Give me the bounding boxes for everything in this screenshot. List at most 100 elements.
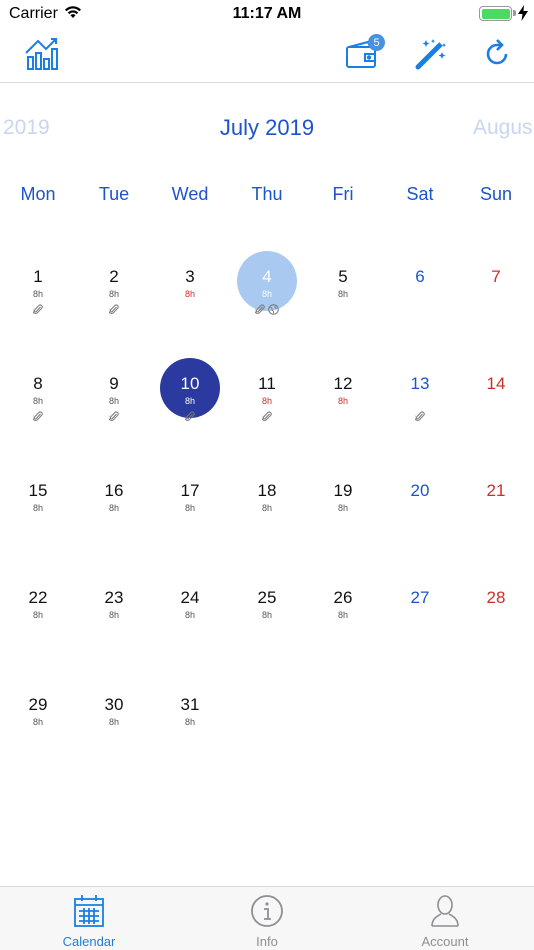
- day-cell-16[interactable]: 16 8h: [76, 459, 152, 566]
- wallet-button[interactable]: 5: [341, 34, 385, 76]
- day-number: 11: [258, 374, 276, 393]
- day-cell-26[interactable]: 26 8h: [305, 566, 381, 673]
- day-number: 2: [109, 267, 119, 286]
- day-hours: 8h: [32, 289, 43, 299]
- magic-wand-button[interactable]: [411, 36, 451, 76]
- day-cell-31[interactable]: 31 8h: [152, 673, 228, 780]
- day-cell-30[interactable]: 30 8h: [76, 673, 152, 780]
- day-hours: 8h: [184, 396, 195, 406]
- day-cell-1[interactable]: 1 8h: [0, 245, 76, 352]
- day-attachments: [229, 411, 305, 423]
- day-cell-18[interactable]: 18 8h: [229, 459, 305, 566]
- day-number: 18: [257, 481, 277, 500]
- day-cell-24[interactable]: 24 8h: [152, 566, 228, 673]
- day-cell-3[interactable]: 3 8h: [152, 245, 228, 352]
- day-cell-22[interactable]: 22 8h: [0, 566, 76, 673]
- day-attachments: [0, 411, 76, 423]
- day-cell-11[interactable]: 11 8h: [229, 352, 305, 459]
- calendar-grid: 1 8h 2 8h 3 8h 4 8h 5 8h 6 7 8 8h 9 8h 10 8h 11 8h 12 8h 13 14 1…: [0, 245, 534, 785]
- day-number: 20: [410, 481, 430, 500]
- day-cell-21[interactable]: 21: [458, 459, 534, 566]
- day-number: 27: [410, 588, 430, 607]
- day-number: 10: [180, 374, 200, 393]
- paperclip-icon: [185, 411, 195, 423]
- day-hours: 8h: [184, 610, 195, 620]
- day-number: 13: [410, 374, 430, 393]
- day-number: 21: [486, 481, 506, 500]
- day-cell-27[interactable]: 27: [382, 566, 458, 673]
- day-hours: 8h: [108, 289, 119, 299]
- day-number: 7: [491, 267, 501, 286]
- stats-button[interactable]: [22, 36, 62, 76]
- day-cell-23[interactable]: 23 8h: [76, 566, 152, 673]
- battery-tip: [513, 10, 516, 16]
- day-hours: 8h: [32, 610, 43, 620]
- day-attachments: [229, 304, 305, 316]
- weekday-thu: Thu: [251, 184, 283, 204]
- day-cell-29[interactable]: 29 8h: [0, 673, 76, 780]
- day-cell-5[interactable]: 5 8h: [305, 245, 381, 352]
- day-hours: 8h: [108, 503, 119, 513]
- day-cell-4[interactable]: 4 8h: [229, 245, 305, 352]
- day-number: 6: [415, 267, 425, 286]
- day-cell-20[interactable]: 20: [382, 459, 458, 566]
- user-icon: [428, 894, 462, 928]
- day-cell-13[interactable]: 13: [382, 352, 458, 459]
- tab-info-label: Info: [256, 934, 278, 949]
- tab-calendar[interactable]: Calendar: [0, 887, 178, 950]
- weekday-sun: Sun: [479, 184, 513, 204]
- info-icon: [250, 894, 284, 928]
- day-cell-8[interactable]: 8 8h: [0, 352, 76, 459]
- weekday-tue: Tue: [98, 184, 130, 204]
- day-cell-6[interactable]: 6: [382, 245, 458, 352]
- weekday-wed: Wed: [171, 184, 209, 204]
- tab-account[interactable]: Account: [356, 887, 534, 950]
- day-hours: 8h: [337, 396, 348, 406]
- day-cell-10[interactable]: 10 8h: [152, 352, 228, 459]
- day-cell-17[interactable]: 17 8h: [152, 459, 228, 566]
- day-attachments: [152, 411, 228, 423]
- day-number: 23: [104, 588, 124, 607]
- day-hours: 8h: [32, 503, 43, 513]
- day-number: 22: [28, 588, 48, 607]
- day-hours: 8h: [337, 610, 348, 620]
- day-number: 31: [180, 695, 200, 714]
- day-hours: 8h: [184, 289, 195, 299]
- day-hours: 8h: [337, 503, 348, 513]
- tab-bar: Calendar Info Account: [0, 886, 534, 950]
- status-bar: Carrier 11:17 AM: [0, 0, 534, 30]
- day-cell-9[interactable]: 9 8h: [76, 352, 152, 459]
- day-cell-7[interactable]: 7: [458, 245, 534, 352]
- day-hours: 8h: [261, 503, 272, 513]
- day-number: 4: [262, 267, 272, 286]
- day-cell-12[interactable]: 12 8h: [305, 352, 381, 459]
- day-number: 16: [104, 481, 124, 500]
- day-cell-28[interactable]: 28: [458, 566, 534, 673]
- day-hours: 8h: [261, 610, 272, 620]
- day-number: 14: [486, 374, 506, 393]
- day-hours: 8h: [108, 610, 119, 620]
- current-month-title: July 2019: [219, 115, 315, 140]
- day-attachments: [76, 304, 152, 316]
- day-cell-15[interactable]: 15 8h: [0, 459, 76, 566]
- paperclip-icon: [262, 411, 272, 423]
- tab-info[interactable]: Info: [178, 887, 356, 950]
- day-hours: 8h: [108, 396, 119, 406]
- day-number: 9: [109, 374, 119, 393]
- day-cell-25[interactable]: 25 8h: [229, 566, 305, 673]
- day-number: 24: [180, 588, 200, 607]
- refresh-button[interactable]: [477, 36, 517, 76]
- paperclip-icon: [255, 304, 265, 316]
- day-number: 29: [28, 695, 48, 714]
- day-attachments: [0, 304, 76, 316]
- day-number: 17: [180, 481, 200, 500]
- day-cell-14[interactable]: 14: [458, 352, 534, 459]
- next-month-label[interactable]: Augus: [473, 116, 533, 140]
- paperclip-icon: [109, 411, 119, 423]
- charging-icon: [518, 5, 528, 26]
- day-cell-19[interactable]: 19 8h: [305, 459, 381, 566]
- paperclip-icon: [33, 411, 43, 423]
- tab-calendar-label: Calendar: [62, 934, 116, 949]
- day-cell-2[interactable]: 2 8h: [76, 245, 152, 352]
- magic-wand-icon: [414, 37, 448, 76]
